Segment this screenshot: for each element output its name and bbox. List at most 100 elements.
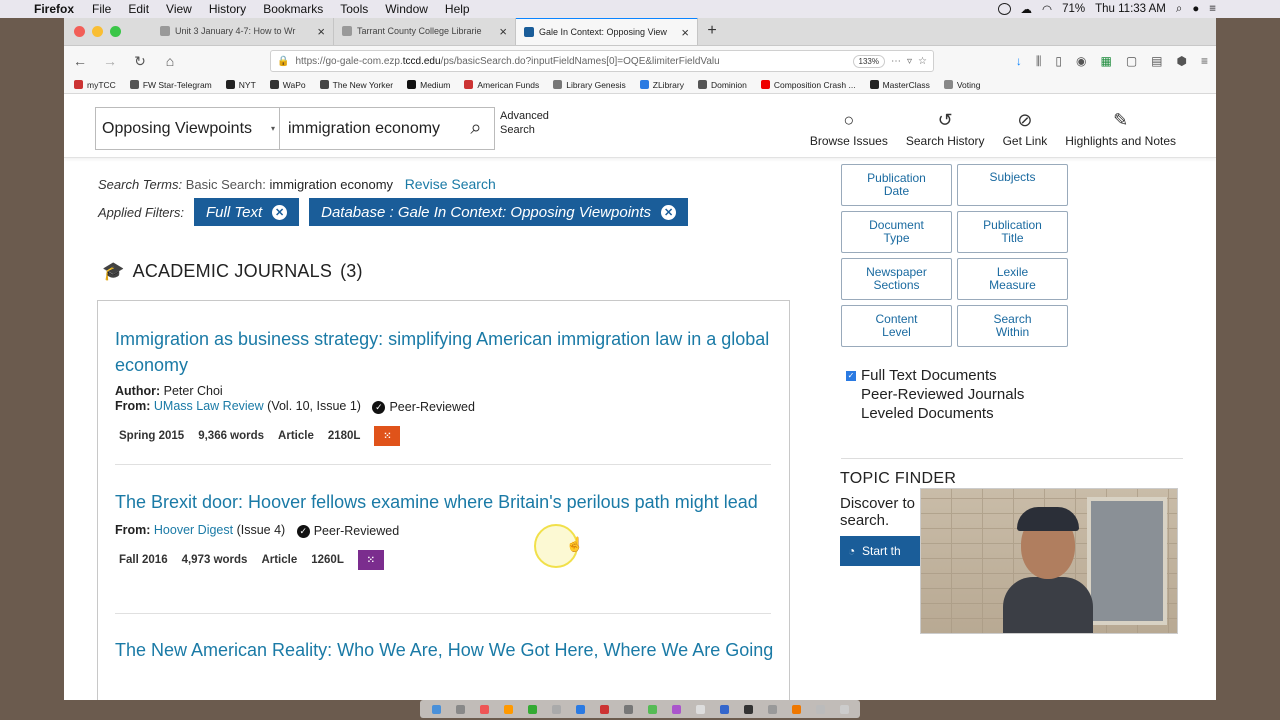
bookmark-item[interactable]: Dominion <box>697 80 747 90</box>
dock-app-icon[interactable] <box>599 704 609 714</box>
bookmark-item[interactable]: ZLibrary <box>639 80 684 90</box>
close-window-button[interactable] <box>74 26 85 37</box>
bookmark-item[interactable]: Composition Crash ... <box>760 80 856 90</box>
close-tab-icon[interactable]: × <box>681 25 689 40</box>
browser-tab-active[interactable]: Gale In Context: Opposing View × <box>516 18 698 45</box>
facet-newspaper-sections[interactable]: Newspaper Sections <box>841 258 952 300</box>
source-link[interactable]: UMass Law Review <box>154 399 264 413</box>
bookmark-item[interactable]: WaPo <box>269 80 306 90</box>
checkbox[interactable] <box>846 390 856 400</box>
menu-bookmarks[interactable]: Bookmarks <box>263 2 323 16</box>
zoom-level[interactable]: 133% <box>852 54 885 68</box>
facet-document-type[interactable]: Document Type <box>841 211 952 253</box>
clock[interactable]: Thu 11:33 AM <box>1095 3 1166 15</box>
bookmark-item[interactable]: NYT <box>225 80 256 90</box>
extension-icon[interactable]: ▤ <box>1151 54 1162 69</box>
checkbox-checked[interactable]: ✓ <box>846 370 856 381</box>
url-bar[interactable]: 🔒 https://go-gale-com.ezp.tccd.edu/ps/ba… <box>270 50 934 72</box>
bookmark-item[interactable]: MasterClass <box>869 80 930 90</box>
spotlight-icon[interactable]: ⌕ <box>1176 3 1182 16</box>
bookmark-item[interactable]: American Funds <box>464 80 539 90</box>
wifi-icon[interactable]: ◠ <box>1042 2 1052 16</box>
menu-edit[interactable]: Edit <box>128 2 149 16</box>
filter-chip-full-text[interactable]: Full Text ✕ <box>193 198 300 226</box>
battery-percent[interactable]: 71% <box>1062 3 1085 15</box>
extension-icon[interactable]: ▦ <box>1100 54 1111 69</box>
back-icon[interactable]: ← <box>72 53 88 69</box>
advanced-search-link[interactable]: Advanced Search <box>500 109 549 137</box>
dock-app-icon[interactable] <box>527 704 537 714</box>
facet-publication-date[interactable]: Publication Date <box>841 164 952 206</box>
dock-app-icon[interactable] <box>791 704 801 714</box>
menu-icon[interactable]: ≡ <box>1201 54 1208 69</box>
menu-file[interactable]: File <box>92 2 111 16</box>
dock-app-icon[interactable] <box>431 704 441 714</box>
dock-app-icon[interactable] <box>623 704 633 714</box>
get-link-button[interactable]: ⊘ Get Link <box>1003 110 1048 148</box>
close-tab-icon[interactable]: × <box>317 24 325 39</box>
facet-search-within[interactable]: Search Within <box>957 305 1068 347</box>
result-title-link[interactable]: The New American Reality: Who We Are, Ho… <box>115 637 775 663</box>
browse-issues-button[interactable]: ○ Browse Issues <box>810 110 888 148</box>
forward-icon[interactable]: → <box>102 53 118 69</box>
checkbox[interactable] <box>846 409 856 419</box>
source-link[interactable]: Hoover Digest <box>154 523 233 537</box>
downloads-icon[interactable]: ↓ <box>1016 54 1022 69</box>
notification-center-icon[interactable]: ≡ <box>1209 3 1216 15</box>
limiter-leveled[interactable]: Leveled Documents <box>846 404 1024 423</box>
dock-app-icon[interactable] <box>455 704 465 714</box>
dock-app-icon[interactable] <box>479 704 489 714</box>
facet-lexile-measure[interactable]: Lexile Measure <box>957 258 1068 300</box>
close-tab-icon[interactable]: × <box>499 24 507 39</box>
new-tab-button[interactable]: + <box>698 18 726 45</box>
result-title-link[interactable]: Immigration as business strategy: simpli… <box>115 326 775 378</box>
account-icon[interactable]: ◉ <box>1076 54 1086 69</box>
pocket-icon[interactable]: ▿ <box>907 56 912 67</box>
app-menu[interactable]: Firefox <box>34 2 74 16</box>
database-select[interactable]: Opposing Viewpoints ▾ <box>96 108 280 149</box>
record-icon[interactable] <box>997 3 1011 15</box>
url-text[interactable]: https://go-gale-com.ezp.tccd.edu/ps/basi… <box>295 56 846 67</box>
extension-icon[interactable]: ⬢ <box>1177 54 1187 69</box>
bookmark-item[interactable]: FW Star-Telegram <box>129 80 212 90</box>
search-input[interactable]: immigration economy <box>280 120 458 138</box>
dock-app-icon[interactable] <box>551 704 561 714</box>
highlights-notes-button[interactable]: ✎ Highlights and Notes <box>1065 110 1176 148</box>
facet-subjects[interactable]: Subjects <box>957 164 1068 206</box>
revise-search-link[interactable]: Revise Search <box>405 176 496 192</box>
browser-tab[interactable]: Tarrant County College Librarie × <box>334 18 516 45</box>
bookmark-item[interactable]: Library Genesis <box>553 80 626 90</box>
browser-tab[interactable]: Unit 3 January 4-7: How to Wr × <box>152 18 334 45</box>
menu-tools[interactable]: Tools <box>340 2 368 16</box>
reload-icon[interactable]: ↻ <box>132 53 148 70</box>
filter-chip-database[interactable]: Database : Gale In Context: Opposing Vie… <box>309 198 689 226</box>
home-icon[interactable]: ⌂ <box>162 53 178 69</box>
bookmark-item[interactable]: Medium <box>407 80 450 90</box>
zoom-window-button[interactable] <box>110 26 121 37</box>
bookmark-star-icon[interactable]: ☆ <box>918 56 927 67</box>
dock-app-icon[interactable] <box>671 704 681 714</box>
limiter-peer-reviewed[interactable]: Peer-Reviewed Journals <box>846 385 1024 404</box>
dock-app-icon[interactable] <box>839 704 849 714</box>
dock-app-icon[interactable] <box>743 704 753 714</box>
limiter-full-text[interactable]: ✓ Full Text Documents <box>846 366 1024 385</box>
minimize-window-button[interactable] <box>92 26 103 37</box>
dock-app-icon[interactable] <box>647 704 657 714</box>
bookmark-item[interactable]: Voting <box>943 80 980 90</box>
dock-app-icon[interactable] <box>815 704 825 714</box>
facet-publication-title[interactable]: Publication Title <box>957 211 1068 253</box>
dock-app-icon[interactable] <box>503 704 513 714</box>
remove-filter-icon[interactable]: ✕ <box>661 204 677 220</box>
menu-window[interactable]: Window <box>385 2 428 16</box>
dock-app-icon[interactable] <box>695 704 705 714</box>
menu-help[interactable]: Help <box>445 2 470 16</box>
siri-icon[interactable]: ● <box>1192 3 1199 15</box>
dock-app-icon[interactable] <box>575 704 585 714</box>
result-title-link[interactable]: The Brexit door: Hoover fellows examine … <box>115 489 775 515</box>
dock-app-icon[interactable] <box>719 704 729 714</box>
dock-app-icon[interactable] <box>767 704 777 714</box>
library-icon[interactable]: ⫼ <box>1036 54 1042 69</box>
remove-filter-icon[interactable]: ✕ <box>272 204 288 220</box>
search-history-button[interactable]: ↺ Search History <box>906 110 985 148</box>
search-icon[interactable]: ⌕ <box>458 117 494 140</box>
